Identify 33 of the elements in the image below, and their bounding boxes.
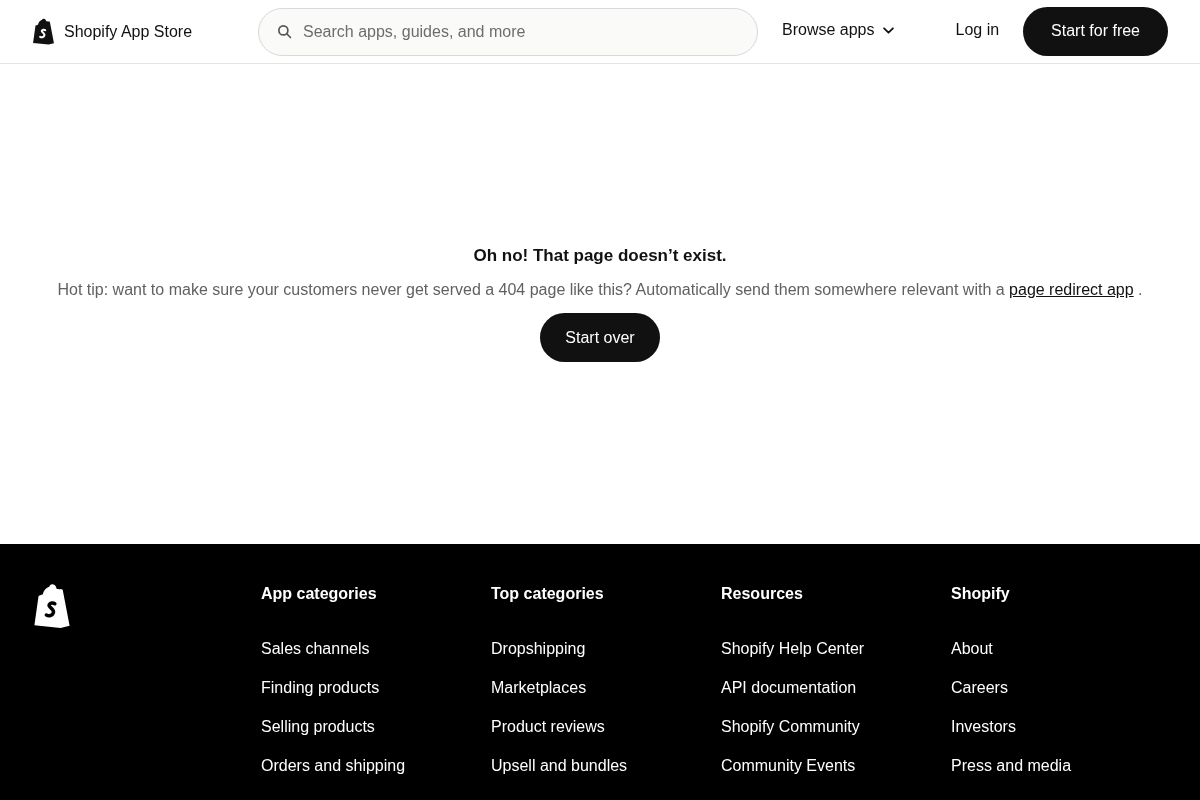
search-icon: [277, 23, 292, 39]
redirect-app-link[interactable]: page redirect app: [1009, 281, 1134, 298]
login-link[interactable]: Log in: [955, 21, 1000, 39]
footer-link[interactable]: API documentation: [721, 678, 857, 698]
footer-link[interactable]: Marketplaces: [491, 678, 587, 698]
chevron-down-icon: [882, 26, 894, 34]
footer-link[interactable]: Product reviews: [491, 717, 605, 737]
footer-link[interactable]: Investors: [951, 717, 1016, 737]
footer-link[interactable]: Careers: [951, 678, 1008, 698]
start-over-button[interactable]: Start over: [540, 313, 660, 362]
footer-link[interactable]: Shopify Help Center: [721, 639, 865, 659]
footer-link[interactable]: Selling products: [261, 717, 375, 737]
footer-link[interactable]: Orders and shipping: [261, 756, 406, 776]
footer-link[interactable]: Community Events: [721, 756, 856, 776]
footer-link[interactable]: About: [951, 639, 993, 659]
footer-link[interactable]: Sales channels: [261, 639, 370, 659]
brand-name[interactable]: Shopify App Store: [64, 22, 193, 41]
footer-heading: Resources: [721, 584, 803, 604]
error-heading: Oh no! That page doesn’t exist.: [473, 246, 727, 266]
browse-menu-button[interactable]: Browse apps: [782, 17, 894, 43]
footer-link[interactable]: Dropshipping: [491, 639, 586, 659]
hot-tip-text: Hot tip: want to make sure your customers never get served a 404 page like this? Automatically send them somewhere relevant with a page redirect app .: [57, 280, 1143, 300]
footer-link[interactable]: Finding products: [261, 678, 380, 698]
search-field[interactable]: Search apps, guides, and more: [258, 7, 758, 56]
shopping-bag-logo-icon: [32, 18, 55, 45]
footer-link[interactable]: Press and media: [951, 756, 1072, 776]
shopping-bag-logo-icon: [32, 584, 72, 628]
footer-heading: App categories: [261, 584, 377, 604]
footer-link[interactable]: Shopify Community: [721, 717, 860, 737]
footer-heading: Shopify: [951, 584, 1010, 604]
footer-link[interactable]: Upsell and bundles: [491, 756, 628, 776]
footer-heading: Top categories: [491, 584, 604, 604]
start-free-button[interactable]: Start for free: [1023, 6, 1168, 56]
